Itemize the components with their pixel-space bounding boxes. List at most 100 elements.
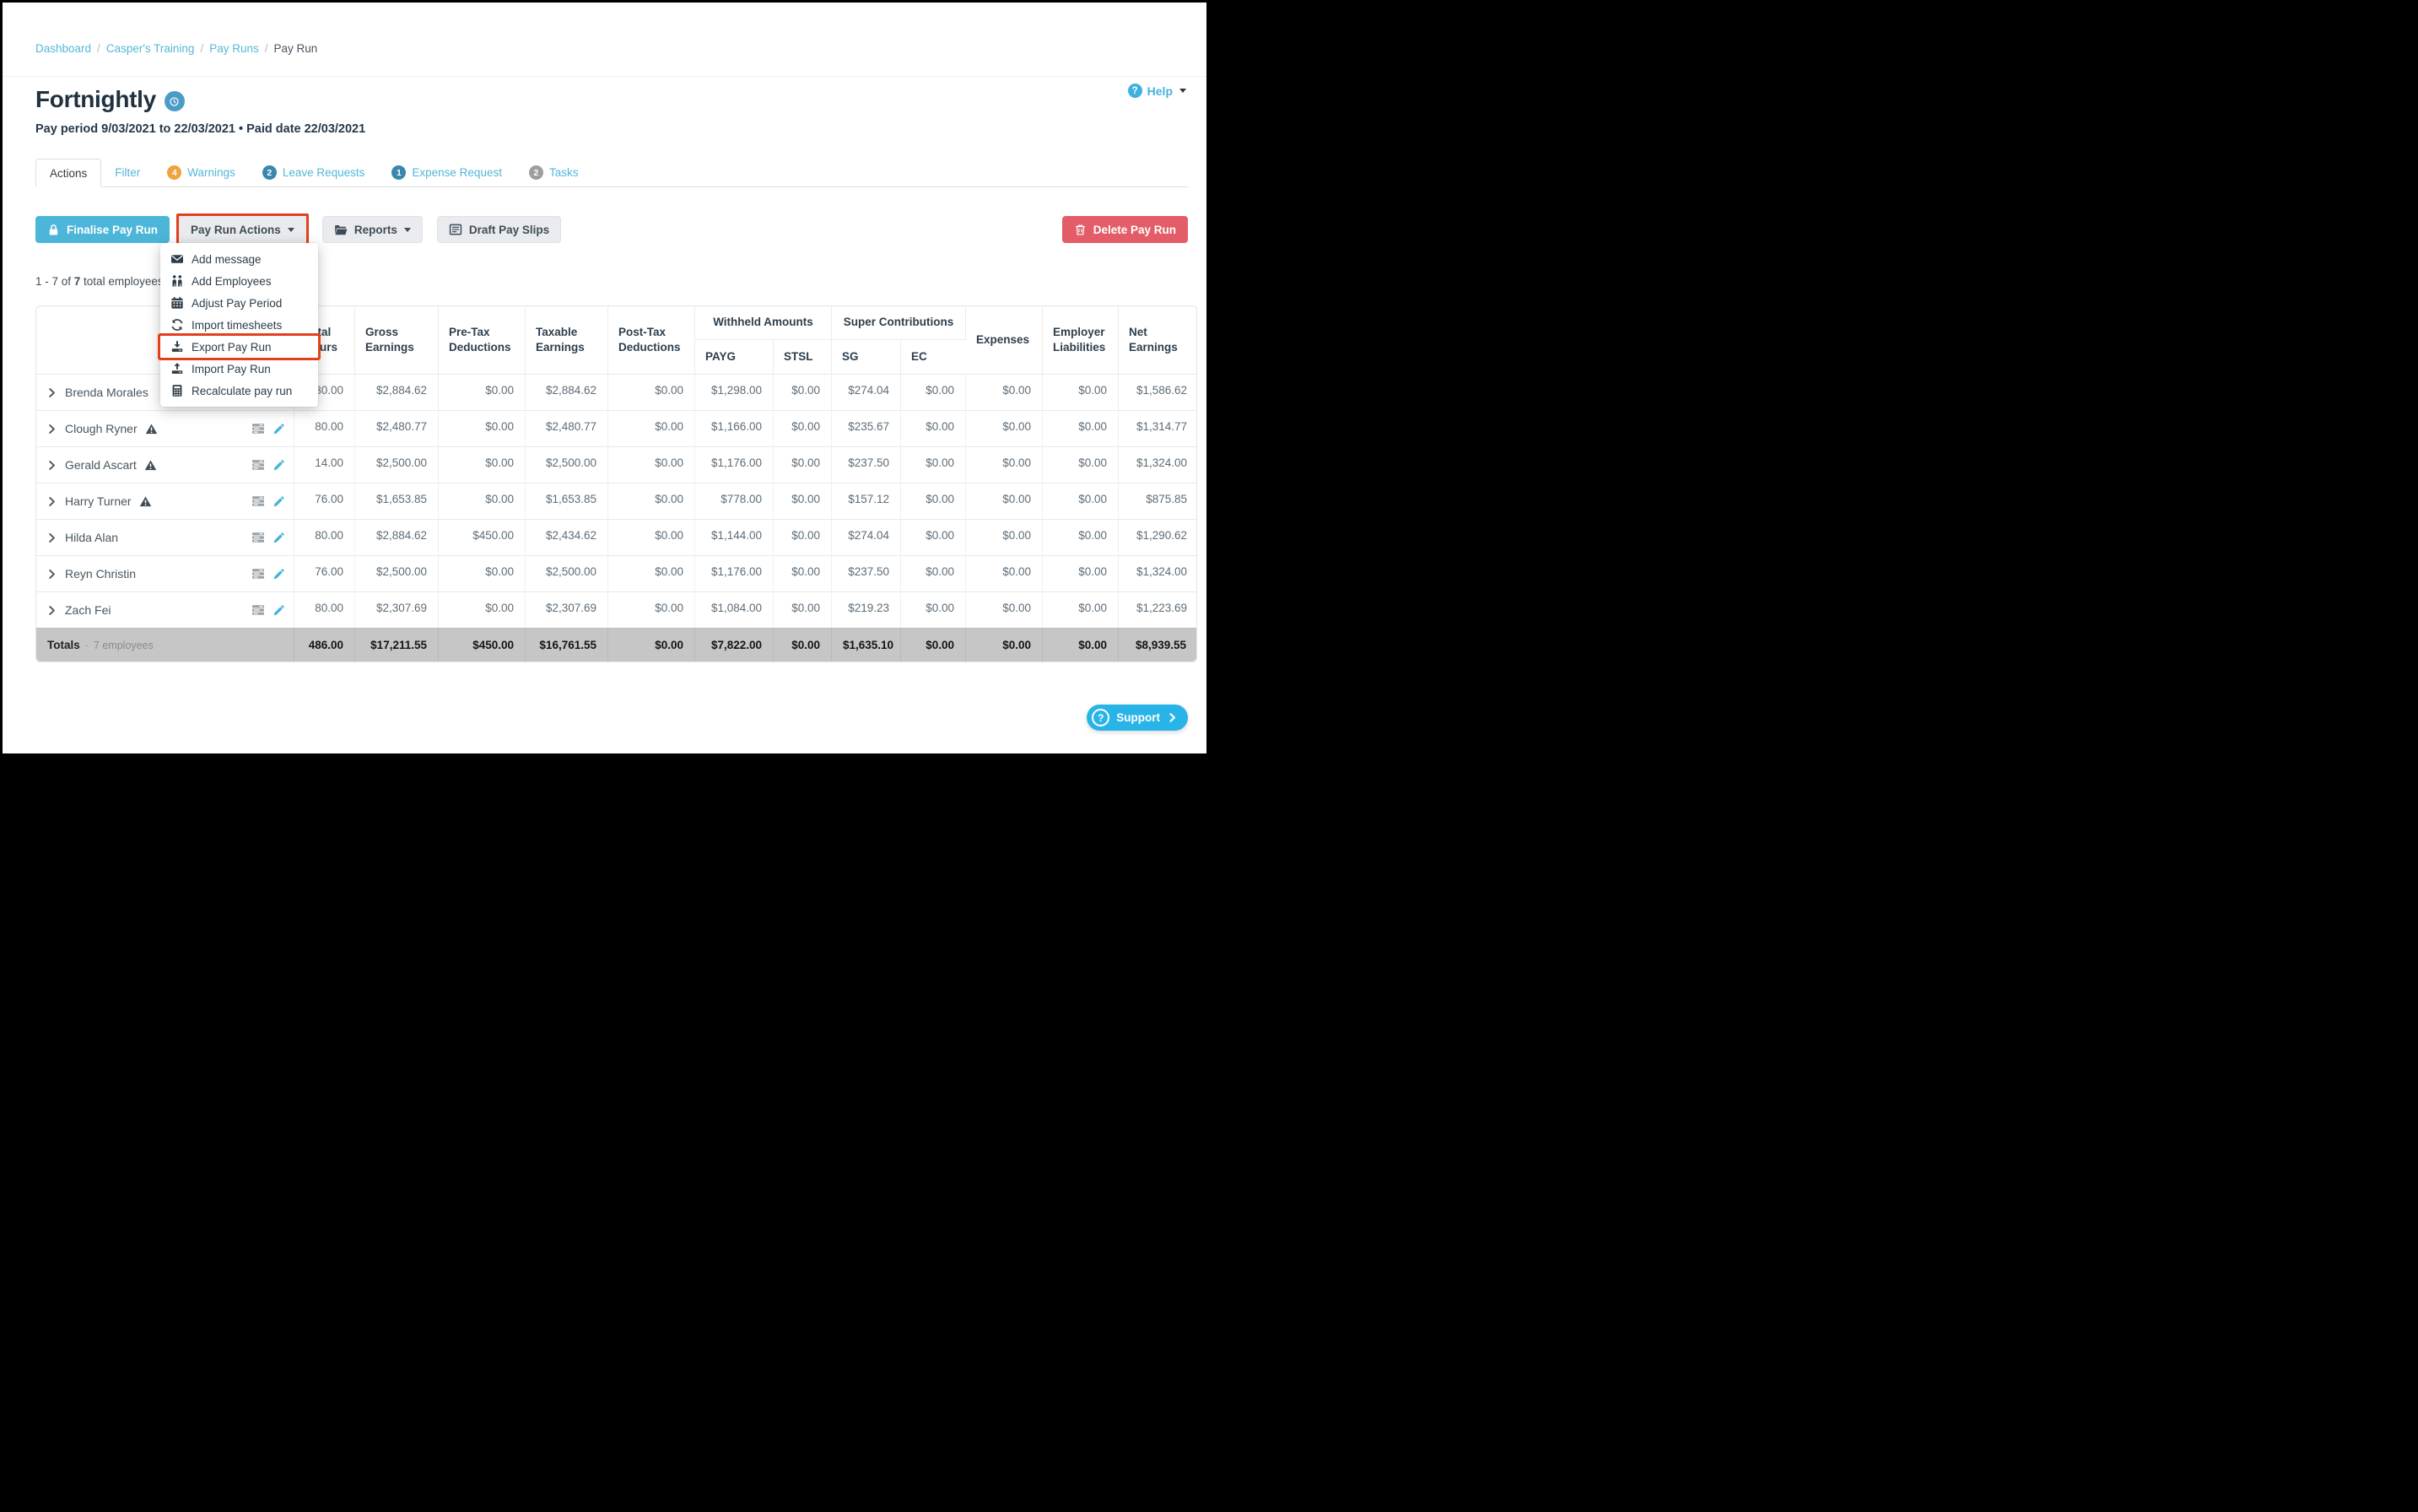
tab-leave-requests[interactable]: 2Leave Requests — [249, 159, 379, 186]
help-menu[interactable]: Help — [1128, 84, 1186, 98]
value-cell: $2,884.62 — [355, 374, 439, 410]
menu-item-import-timesheets[interactable]: Import timesheets — [160, 314, 318, 336]
menu-item-export-pay-run[interactable]: Export Pay Run — [160, 336, 318, 358]
edit-pencil-icon[interactable] — [273, 532, 285, 544]
pay-run-actions-label: Pay Run Actions — [191, 224, 281, 236]
totals-separator: · — [85, 640, 89, 651]
value-cell: $1,314.77 — [1119, 410, 1197, 446]
tab-warnings[interactable]: 4Warnings — [154, 159, 249, 186]
value-cell: $0.00 — [608, 374, 695, 410]
draft-pay-slips-button[interactable]: Draft Pay Slips — [437, 216, 561, 243]
edit-pencil-icon[interactable] — [273, 459, 285, 472]
value-cell: $0.00 — [1043, 555, 1119, 591]
warning-icon[interactable] — [145, 423, 158, 435]
edit-pencil-icon[interactable] — [273, 604, 285, 617]
value-cell: $1,298.00 — [695, 374, 774, 410]
pay-schedule-clock-icon — [165, 91, 185, 111]
header-divider — [3, 76, 1206, 77]
employee-name[interactable]: Brenda Morales — [65, 386, 148, 399]
value-cell: $875.85 — [1119, 483, 1197, 519]
menu-item-add-employees[interactable]: Add Employees — [160, 270, 318, 292]
value-cell: $0.00 — [901, 374, 966, 410]
payslip-notes-icon[interactable] — [251, 422, 265, 435]
value-cell: $2,480.77 — [526, 410, 608, 446]
employee-name[interactable]: Gerald Ascart — [65, 458, 137, 472]
employee-name-cell: Zach Fei — [36, 591, 294, 628]
employee-name[interactable]: Clough Ryner — [65, 422, 138, 435]
menu-item-recalculate-pay-run[interactable]: Recalculate pay run — [160, 380, 318, 402]
value-cell: $0.00 — [901, 591, 966, 628]
tab-badge: 4 — [167, 165, 181, 180]
value-cell: $0.00 — [774, 483, 832, 519]
expand-chevron-icon[interactable] — [46, 424, 57, 435]
value-cell: $2,500.00 — [355, 446, 439, 483]
column-header-expenses: Expenses — [966, 306, 1043, 374]
tab-actions[interactable]: Actions — [35, 159, 101, 187]
caret-down-icon — [288, 228, 294, 232]
payslip-notes-icon[interactable] — [251, 458, 265, 472]
value-cell: $0.00 — [966, 519, 1043, 555]
value-cell: $274.04 — [832, 519, 901, 555]
breadcrumb-separator: / — [97, 42, 100, 55]
menu-item-label: Import Pay Run — [192, 363, 271, 375]
draft-pay-slips-label: Draft Pay Slips — [469, 224, 549, 236]
totals-value-cell: $8,939.55 — [1119, 628, 1197, 662]
table-row: Reyn Christin76.00$2,500.00$0.00$2,500.0… — [36, 555, 1197, 591]
expand-chevron-icon[interactable] — [46, 460, 57, 471]
value-cell: $0.00 — [774, 591, 832, 628]
menu-item-add-message[interactable]: Add message — [160, 248, 318, 270]
payslip-notes-icon[interactable] — [251, 531, 265, 544]
breadcrumb-link[interactable]: Pay Runs — [209, 42, 259, 55]
delete-pay-run-button[interactable]: Delete Pay Run — [1062, 216, 1188, 243]
value-cell: $1,166.00 — [695, 410, 774, 446]
totals-value-cell: $0.00 — [608, 628, 695, 662]
value-cell: $450.00 — [439, 519, 526, 555]
value-cell: $0.00 — [966, 555, 1043, 591]
tab-label: Actions — [50, 167, 87, 180]
group-header-withheld-amounts: Withheld Amounts — [695, 306, 832, 340]
tab-tasks[interactable]: 2Tasks — [515, 159, 592, 186]
totals-value-cell: $16,761.55 — [526, 628, 608, 662]
menu-item-adjust-pay-period[interactable]: Adjust Pay Period — [160, 292, 318, 314]
edit-pencil-icon[interactable] — [273, 423, 285, 435]
employee-name[interactable]: Zach Fei — [65, 603, 111, 617]
payslip-notes-icon[interactable] — [251, 567, 265, 580]
breadcrumb-link[interactable]: Dashboard — [35, 42, 91, 55]
column-header-employer-liabilities: Employer Liabilities — [1043, 306, 1119, 374]
expand-chevron-icon[interactable] — [46, 532, 57, 543]
tab-filter[interactable]: Filter — [101, 159, 154, 186]
employee-name[interactable]: Harry Turner — [65, 494, 132, 508]
reports-label: Reports — [354, 224, 397, 236]
edit-pencil-icon[interactable] — [273, 568, 285, 580]
expand-chevron-icon[interactable] — [46, 569, 57, 580]
menu-item-label: Adjust Pay Period — [192, 297, 282, 310]
column-header-net-earnings: Net Earnings — [1119, 306, 1197, 374]
tab-expense-request[interactable]: 1Expense Request — [378, 159, 515, 186]
payslip-notes-icon[interactable] — [251, 494, 265, 508]
support-button[interactable]: Support — [1087, 705, 1188, 731]
tab-bar: Actions Filter4Warnings2Leave Requests1Ex… — [35, 159, 1188, 187]
payslip-notes-icon[interactable] — [251, 603, 265, 617]
breadcrumb-link[interactable]: Casper's Training — [106, 42, 195, 55]
employee-name[interactable]: Hilda Alan — [65, 531, 118, 544]
expand-chevron-icon[interactable] — [46, 387, 57, 398]
edit-pencil-icon[interactable] — [273, 495, 285, 508]
pay-run-actions-highlight-box: Pay Run Actions — [176, 213, 309, 246]
value-cell: $0.00 — [774, 446, 832, 483]
expand-chevron-icon[interactable] — [46, 496, 57, 507]
reports-button[interactable]: Reports — [322, 216, 423, 243]
table-row: Zach Fei80.00$2,307.69$0.00$2,307.69$0.0… — [36, 591, 1197, 628]
value-cell: $2,884.62 — [526, 374, 608, 410]
value-cell: $0.00 — [1043, 374, 1119, 410]
expand-chevron-icon[interactable] — [46, 605, 57, 616]
pay-run-actions-button[interactable]: Pay Run Actions — [179, 216, 306, 243]
menu-item-import-pay-run[interactable]: Import Pay Run — [160, 358, 318, 380]
lock-icon — [47, 224, 60, 236]
warning-icon[interactable] — [144, 459, 157, 472]
warning-icon[interactable] — [139, 495, 152, 508]
employee-name[interactable]: Reyn Christin — [65, 567, 136, 580]
menu-item-label: Recalculate pay run — [192, 385, 292, 397]
finalise-pay-run-button[interactable]: Finalise Pay Run — [35, 216, 170, 243]
value-cell: $0.00 — [1043, 483, 1119, 519]
menu-item-label: Export Pay Run — [192, 341, 272, 354]
